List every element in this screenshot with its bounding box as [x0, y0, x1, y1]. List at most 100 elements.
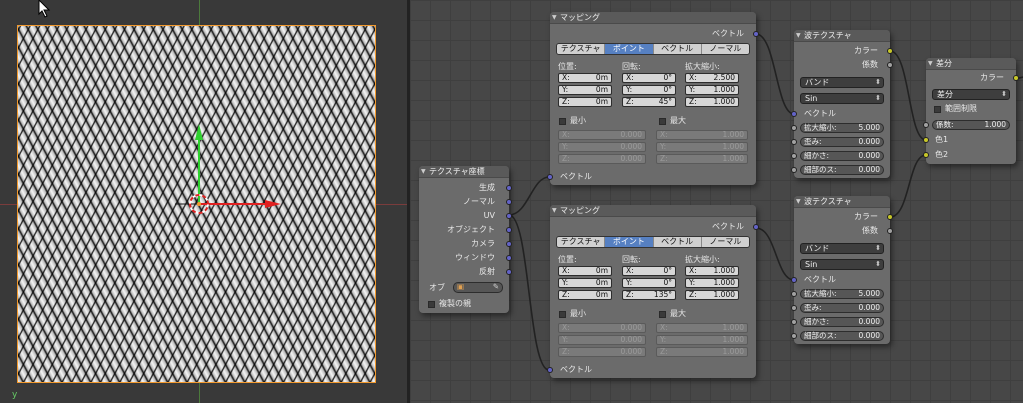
textured-plane[interactable] [17, 25, 376, 383]
wave-texture-node-1[interactable]: 波テクスチャカラー係数バンド Sin ベクトル 拡大縮小:5.000 歪み:0.00… [791, 30, 893, 178]
tab-normal[interactable]: ノーマル [701, 237, 749, 247]
vector-output-label: ベクトル [712, 222, 744, 231]
scale-label: 拡大縮小: [685, 255, 720, 264]
socket-camera[interactable] [506, 241, 512, 247]
rotation-x-field[interactable]: X: 0° [622, 266, 676, 276]
socket-detail-in[interactable] [791, 153, 797, 159]
socket-detail-scale-in[interactable] [791, 167, 797, 173]
scale-z-field[interactable]: Z: 1.000 [685, 97, 739, 107]
tab-texture[interactable]: テクスチャ [557, 237, 606, 247]
mix-difference-node[interactable]: 差分 カラー 差分 範囲制限 係数: 1.000 色1 色2 [923, 58, 1019, 164]
tab-vector[interactable]: ベクトル [653, 237, 702, 247]
max-checkbox[interactable] [659, 118, 666, 125]
location-z-field[interactable]: Z: 0m [558, 290, 612, 300]
mapping-node-2[interactable]: マッピングベクトルテクスチャポイントベクトルノーマル位置: X:0m Y:0m … [547, 205, 759, 378]
socket-vector-in[interactable] [791, 111, 797, 117]
socket-detail-in[interactable] [791, 319, 797, 325]
max-z-field: Z: 1.000 [656, 154, 748, 164]
wave-distortion-field[interactable]: 歪み: 0.000 [800, 137, 884, 147]
wave-profile-select[interactable]: Sin [800, 93, 884, 104]
socket-fac-out[interactable] [887, 228, 893, 234]
location-x-field[interactable]: X: 0m [558, 266, 612, 276]
texture-coordinate-node[interactable]: テクスチャ座標 生成 ノーマル UV オブジェクト カメラ ウィンドウ 反射 オ… [419, 166, 512, 313]
wave-detail-field[interactable]: 細かさ: 0.000 [800, 151, 884, 161]
scale-x-field[interactable]: X: 1.000 [685, 266, 739, 276]
tab-point[interactable]: ポイント [605, 237, 654, 247]
socket-color-out[interactable] [887, 48, 893, 54]
dupli-checkbox[interactable] [428, 301, 435, 308]
socket-vector-in[interactable] [791, 277, 797, 283]
mapping-node-1[interactable]: マッピングベクトルテクスチャポイントベクトルノーマル位置: X:0m Y:0m … [547, 12, 759, 185]
node-title: 差分 [926, 58, 1016, 70]
rotation-x-field[interactable]: X: 0° [622, 73, 676, 83]
wave-scale-field[interactable]: 拡大縮小: 5.000 [800, 289, 884, 299]
3d-viewport[interactable]: y [0, 0, 407, 403]
tab-texture[interactable]: テクスチャ [557, 44, 606, 54]
socket-object[interactable] [506, 227, 512, 233]
min-x-field: X: 0.000 [558, 323, 646, 333]
socket-color-out[interactable] [887, 214, 893, 220]
scale-z-field[interactable]: Z: 1.000 [685, 290, 739, 300]
socket-normal[interactable] [506, 199, 512, 205]
location-y-field[interactable]: Y: 0m [558, 278, 612, 288]
axis-label: y [12, 390, 18, 400]
location-x-field[interactable]: X: 0m [558, 73, 612, 83]
scale-y-field[interactable]: Y: 1.000 [685, 278, 739, 288]
wave-texture-node-2[interactable]: 波テクスチャカラー係数バンド Sin ベクトル 拡大縮小:5.000 歪み:0.00… [791, 196, 893, 344]
socket-distortion-in[interactable] [791, 305, 797, 311]
rotation-label: 回転: [622, 255, 641, 264]
wave-detail-field[interactable]: 細かさ: 0.000 [800, 317, 884, 327]
wave-scale-field[interactable]: 拡大縮小: 5.000 [800, 123, 884, 133]
tab-point[interactable]: ポイント [605, 44, 654, 54]
object-field[interactable]: ▣ ✎ [453, 282, 503, 293]
blend-type-select[interactable]: 差分 [932, 89, 1010, 100]
socket-uv[interactable] [506, 213, 512, 219]
socket-scale-in[interactable] [791, 291, 797, 297]
rotation-z-field[interactable]: Z: 45° [622, 97, 676, 107]
socket-window[interactable] [506, 255, 512, 261]
dupli-label: 複製の親 [439, 299, 471, 308]
rotation-y-field[interactable]: Y: 0° [622, 278, 676, 288]
tab-normal[interactable]: ノーマル [701, 44, 749, 54]
rotation-y-field[interactable]: Y: 0° [622, 85, 676, 95]
socket-distortion-in[interactable] [791, 139, 797, 145]
tab-vector[interactable]: ベクトル [653, 44, 702, 54]
socket-mix-color-out[interactable] [1013, 75, 1019, 81]
mix-factor-field[interactable]: 係数: 1.000 [932, 120, 1010, 130]
socket-vector-out[interactable] [753, 224, 759, 230]
socket-vector-out[interactable] [753, 31, 759, 37]
socket-fac-out[interactable] [887, 62, 893, 68]
socket-reflection[interactable] [506, 269, 512, 275]
socket-vector-in[interactable] [547, 174, 553, 180]
socket-color1[interactable] [923, 137, 929, 143]
cube-icon: ▣ [457, 282, 465, 291]
max-x-field: X: 1.000 [656, 323, 748, 333]
wave-type-select[interactable]: バンド [800, 243, 884, 254]
clamp-checkbox[interactable] [934, 106, 941, 113]
location-y-field[interactable]: Y: 0m [558, 85, 612, 95]
scale-y-field[interactable]: Y: 1.000 [685, 85, 739, 95]
socket-vector-in[interactable] [547, 367, 553, 373]
node-editor[interactable]: テクスチャ座標 生成 ノーマル UV オブジェクト カメラ ウィンドウ 反射 オ… [410, 0, 1023, 403]
clamp-label: 範囲制限 [945, 104, 977, 113]
wave-distortion-field[interactable]: 歪み: 0.000 [800, 303, 884, 313]
vector-input-label: ベクトル [560, 172, 592, 181]
scale-x-field[interactable]: X: 2.500 [685, 73, 739, 83]
socket-color2[interactable] [923, 152, 929, 158]
max-z-field: Z: 1.000 [656, 347, 748, 357]
socket-scale-in[interactable] [791, 125, 797, 131]
socket-mix-fac[interactable] [923, 122, 929, 128]
wave-detail-scale-field[interactable]: 細部のス: 0.000 [800, 331, 884, 341]
vector-type-tabs: テクスチャ ポイント ベクトル ノーマル [556, 43, 750, 55]
wave-profile-select[interactable]: Sin [800, 259, 884, 270]
socket-generated[interactable] [506, 185, 512, 191]
min-z-field: Z: 0.000 [558, 154, 646, 164]
max-checkbox[interactable] [659, 311, 666, 318]
rotation-z-field[interactable]: Z: 135° [622, 290, 676, 300]
wave-type-select[interactable]: バンド [800, 77, 884, 88]
location-z-field[interactable]: Z: 0m [558, 97, 612, 107]
min-checkbox[interactable] [559, 118, 566, 125]
socket-detail-scale-in[interactable] [791, 333, 797, 339]
wave-detail-scale-field[interactable]: 細部のス: 0.000 [800, 165, 884, 175]
min-checkbox[interactable] [559, 311, 566, 318]
